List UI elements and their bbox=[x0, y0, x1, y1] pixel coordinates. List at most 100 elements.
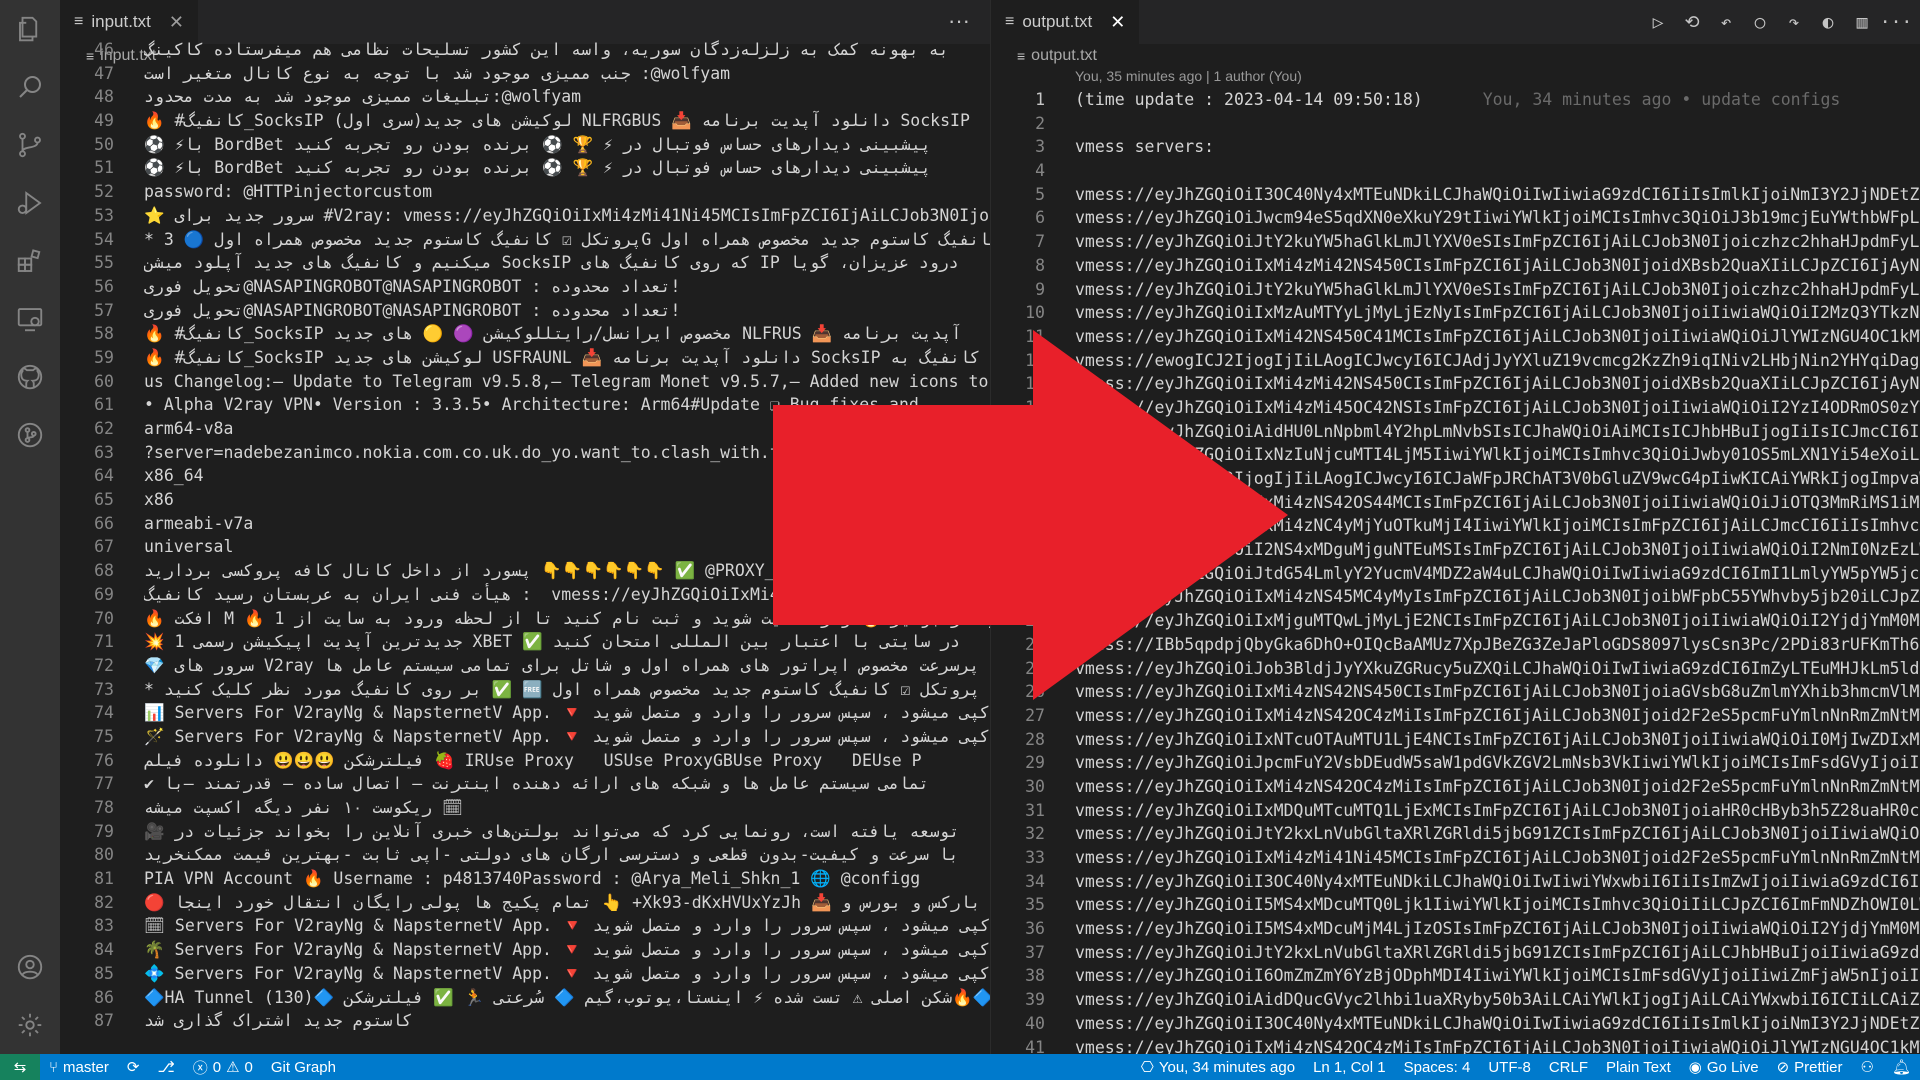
code-line[interactable]: 11 vmess://eyJhZGQiOiIxMi42NS450C41MCIsIm… bbox=[991, 325, 1920, 349]
code-line[interactable]: 28 vmess://eyJhZGQiOiIxNTcuOTAuMTU1LjE4NC… bbox=[991, 728, 1920, 752]
code-line[interactable]: 19 vmess://eyJhZGQiOiIxMi4zNC4yMjYuOTkuMj… bbox=[991, 514, 1920, 538]
code-line[interactable]: 51 ⚽ ⚡با BordBet پیشبینی دیدارهای حساس فو… bbox=[60, 156, 990, 180]
run-debug-icon[interactable] bbox=[0, 174, 60, 232]
code-line[interactable]: 81 PIA VPN Account 🔥 Username : p4813740P… bbox=[60, 867, 990, 891]
code-line[interactable]: 16 vmess://eyJhZGQiOiIxNzIuNjcuMTI4LjM5Ii… bbox=[991, 443, 1920, 467]
code-line[interactable]: 34 vmess://eyJhZGQiOiI3OC40Ny4xMTEuNDkiLC… bbox=[991, 870, 1920, 894]
git-graph-icon[interactable] bbox=[0, 406, 60, 464]
code-line[interactable]: 82 🔴 تمام پکیج ها پولی رایگان انتقال خورد… bbox=[60, 891, 990, 915]
language-mode[interactable]: Plain Text bbox=[1597, 1059, 1680, 1076]
account-icon[interactable] bbox=[0, 938, 60, 996]
code-line[interactable]: 75 🪄 Servers For V2rayNg & NapsternetV Ap… bbox=[60, 725, 990, 749]
code-line[interactable]: 29 vmess://eyJhZGQiOiJpcmFuY2VsbDEudW5saW… bbox=[991, 751, 1920, 775]
code-line[interactable]: 18 vmess://eyJhZGQiOiIxMi4zNS42OS44MCIsIm… bbox=[991, 491, 1920, 515]
code-line[interactable]: 35 vmess://eyJhZGQiOiI5MS4xMDcuMTQ0Ljk1Ii… bbox=[991, 893, 1920, 917]
code-line[interactable]: 59 🔥 #کانفیگ_SocksIP لوکیشن های جدید USFR… bbox=[60, 346, 990, 370]
code-line[interactable]: 57 تحویل فوری@NASAPINGROBOT@NASAPINGROBOT… bbox=[60, 299, 990, 323]
notifications-bell-icon[interactable]: 🔔︎ bbox=[1883, 1058, 1920, 1076]
code-line[interactable]: 20 vmess://eyJhZGQiOiI2NS4xMDguMjguNTEuMS… bbox=[991, 538, 1920, 562]
code-line[interactable]: 84 🌴 Servers For V2rayNg & NapsternetV Ap… bbox=[60, 938, 990, 962]
code-editor-right[interactable]: 1 (time update : 2023-04-14 09:50:18) You,… bbox=[991, 88, 1920, 1054]
code-line[interactable]: 53 ⭐ سرور جدید برای #V2ray: vmess://eyJhZ… bbox=[60, 204, 990, 228]
search-icon[interactable] bbox=[0, 58, 60, 116]
indentation[interactable]: Spaces: 4 bbox=[1395, 1059, 1480, 1076]
extensions-icon[interactable] bbox=[0, 232, 60, 290]
code-line[interactable]: 1 (time update : 2023-04-14 09:50:18) You,… bbox=[991, 88, 1920, 112]
circle-icon[interactable]: ○ bbox=[1747, 9, 1773, 35]
git-blame-status[interactable]: ⎔ You, 34 minutes ago bbox=[1132, 1058, 1304, 1077]
code-line[interactable]: 71 💥 1 جدیدترین آپدیت اپیکیشن رسمی XBET ✅… bbox=[60, 630, 990, 654]
code-line[interactable]: 13 vmess://eyJhZGQiOiIxMi4zMi42NS450CIsIm… bbox=[991, 372, 1920, 396]
prettier-status[interactable]: ⊘ Prettier bbox=[1768, 1058, 1852, 1077]
code-line[interactable]: 62 arm64-v8a bbox=[60, 417, 990, 441]
code-line[interactable]: 31 vmess://eyJhZGQiOiIxMDQuMTcuMTQ1LjExMC… bbox=[991, 799, 1920, 823]
code-line[interactable]: 46 به بهونه کمک به زلزله‌زدگان سوریه، واس… bbox=[60, 38, 990, 62]
code-line[interactable]: 6 vmess://eyJhZGQiOiJwcm94eS5qdXN0eXkuY29… bbox=[991, 206, 1920, 230]
code-line[interactable]: 77 ✔ تمامی سیستم عامل ها و شبکه های ارائه… bbox=[60, 772, 990, 796]
code-line[interactable]: 85 💠 Servers For V2rayNg & NapsternetV Ap… bbox=[60, 962, 990, 986]
code-line[interactable]: 38 vmess://eyJhZGQiOiI6OmZmZmY6YzBjODphMD… bbox=[991, 964, 1920, 988]
github-icon[interactable] bbox=[0, 348, 60, 406]
code-line[interactable]: 33 vmess://eyJhZGQiOiIxMi4zMi41Ni45MCIsIm… bbox=[991, 846, 1920, 870]
code-line[interactable]: 76 فیلترشکن 😃😃😃 دانلوده فیلم 🍓 IRUse Prox… bbox=[60, 749, 990, 773]
breadcrumb-file[interactable]: output.txt bbox=[1031, 47, 1097, 65]
code-line[interactable]: 54 * پروتکل ☑ کانفیگ کاستوم جدید مخصوص هم… bbox=[60, 228, 990, 252]
code-line[interactable]: 60 us Changelog:– Update to Telegram v9.5… bbox=[60, 370, 990, 394]
go-forward-icon[interactable]: ↷ bbox=[1781, 9, 1807, 35]
code-line[interactable]: 14 vmess://eyJhZGQiOiIxMi4zMi45OC42NSIsIm… bbox=[991, 396, 1920, 420]
code-line[interactable]: 15 vmess://eyJhZGQiOiAidHU0LnNpbml4Y2hpLm… bbox=[991, 420, 1920, 444]
code-line[interactable]: 21 vmess://eyJhZGQiOiJtdG54LmlyY2YucmV4MD… bbox=[991, 562, 1920, 586]
code-line[interactable]: 68 پسورد از داخل کانال کافه پروکسی برداری… bbox=[60, 559, 990, 583]
code-line[interactable]: 69 هیأت فنی ایران به عربستان رسید کانفیگ … bbox=[60, 583, 990, 607]
code-line[interactable]: 65 x86 bbox=[60, 488, 990, 512]
split-editor-icon[interactable]: ▥ bbox=[1849, 9, 1875, 35]
branch-status[interactable]: ⑂ master bbox=[40, 1059, 118, 1076]
code-line[interactable]: 67 universal bbox=[60, 535, 990, 559]
remote-indicator-icon[interactable]: ⇆ bbox=[0, 1054, 40, 1080]
code-line[interactable]: 40 vmess://eyJhZGQiOiI3OC40Ny4xMTEuNDkiLC… bbox=[991, 1012, 1920, 1036]
code-line[interactable]: 83 🗓 Servers For V2rayNg & NapsternetV Ap… bbox=[60, 914, 990, 938]
compare-icon[interactable]: ◐ bbox=[1815, 9, 1841, 35]
code-line[interactable]: 66 armeabi-v7a bbox=[60, 512, 990, 536]
remote-explorer-icon[interactable] bbox=[0, 290, 60, 348]
history-icon[interactable]: ⟲ bbox=[1679, 9, 1705, 35]
code-line[interactable]: 74 📊 Servers For V2rayNg & NapsternetV Ap… bbox=[60, 701, 990, 725]
code-line[interactable]: 27 vmess://eyJhZGQiOiIxMi4zNS42OC4zMiIsIm… bbox=[991, 704, 1920, 728]
code-line[interactable]: 17 vmess://ewogICJ2IjogIjIiLAogICJwcyI6IC… bbox=[991, 467, 1920, 491]
live-share-icon[interactable]: ⎇ bbox=[148, 1058, 183, 1076]
code-line[interactable]: 48 تبلیغات ممیزی موجود شد به مدت محدود:@w… bbox=[60, 85, 990, 109]
code-line[interactable]: 73 * بر روی کانفیگ مورد نظر کلیک کنید ✅ 🆓… bbox=[60, 678, 990, 702]
code-line[interactable]: 61 • Alpha V2ray VPN• Version : 3.3.5• Ar… bbox=[60, 393, 990, 417]
code-line[interactable]: 80 با سرعت و کیفیت-بدون قطعی و دسترسی ارگ… bbox=[60, 843, 990, 867]
code-line[interactable]: 50 ⚽ ⚡با BordBet پیشبینی دیدارهای حساس فو… bbox=[60, 133, 990, 157]
code-line[interactable]: 63 ?server=nadebezanimco.nokia.com.co.uk.… bbox=[60, 441, 990, 465]
cursor-position[interactable]: Ln 1, Col 1 bbox=[1304, 1059, 1395, 1076]
code-line[interactable]: 58 🔥 #کانفیگ_SocksIP مخصوص ایرانسل/رایتلل… bbox=[60, 322, 990, 346]
code-line[interactable]: 79 🎥 توسعه یافته است، رونمایی کرد که می‌ت… bbox=[60, 820, 990, 844]
code-line[interactable]: 10 vmess://eyJhZGQiOiIxMzAuMTYyLjMyLjEzNy… bbox=[991, 301, 1920, 325]
more-actions-icon[interactable]: ··· bbox=[1880, 9, 1913, 35]
codelens-blame[interactable]: You, 35 minutes ago | 1 author (You) bbox=[991, 68, 1920, 86]
code-editor-left[interactable]: 46 به بهونه کمک به زلزله‌زدگان سوریه، واس… bbox=[60, 38, 990, 1054]
code-line[interactable]: 39 vmess://eyJhZGQiOiAidDQucGVyc2lhbi1uaX… bbox=[991, 988, 1920, 1012]
code-line[interactable]: 87 کاستوم جدید اشتراک گذاری شد bbox=[60, 1009, 990, 1033]
more-actions-icon[interactable]: ··· bbox=[948, 8, 970, 34]
code-line[interactable]: 37 vmess://eyJhZGQiOiJtY2kxLnVubGltaXRlZG… bbox=[991, 941, 1920, 965]
code-line[interactable]: 22 vmess://eyJhZGQiOiIxMi4zNS45MC4yMyIsIm… bbox=[991, 585, 1920, 609]
close-tab-icon[interactable]: ✕ bbox=[1110, 12, 1125, 33]
code-line[interactable]: 26 vmess://eyJhZGQiOiIxMi4zNS42NS450CIsIm… bbox=[991, 680, 1920, 704]
code-line[interactable]: 47 جنب ممیزی موجود شد با توجه به نوع کانا… bbox=[60, 62, 990, 86]
go-live-button[interactable]: ◉ Go Live bbox=[1680, 1058, 1768, 1077]
explorer-icon[interactable] bbox=[0, 0, 60, 58]
code-line[interactable]: 9 vmess://eyJhZGQiOiJtY2kuYW5haGlkLmJlYXV… bbox=[991, 278, 1920, 302]
code-line[interactable]: 52 password: @HTTPinjectorcustom bbox=[60, 180, 990, 204]
code-line[interactable]: 78 ریکوست ۱۰ نفر دیگه اکسپت میشه 🗓 bbox=[60, 796, 990, 820]
git-graph-status[interactable]: Git Graph bbox=[262, 1059, 345, 1076]
code-line[interactable]: 24 vmess://IBb5qpdpjQbyGka6DhO+OIQcBaAMUz… bbox=[991, 633, 1920, 657]
code-line[interactable]: 4 bbox=[991, 159, 1920, 183]
code-line[interactable]: 55 میکنیم و کانفیگ های جدید آپلود میشن So… bbox=[60, 251, 990, 275]
sync-icon[interactable]: ⟳ bbox=[118, 1058, 149, 1076]
code-line[interactable]: 86 🔷HA Tunnel (130)🔷 برنامه 🔷🔥شکن اصلی ⚠ … bbox=[60, 986, 990, 1010]
line-ending[interactable]: CRLF bbox=[1540, 1059, 1597, 1076]
code-line[interactable]: 7 vmess://eyJhZGQiOiJtY2kuYW5haGlkLmJlYXV… bbox=[991, 230, 1920, 254]
